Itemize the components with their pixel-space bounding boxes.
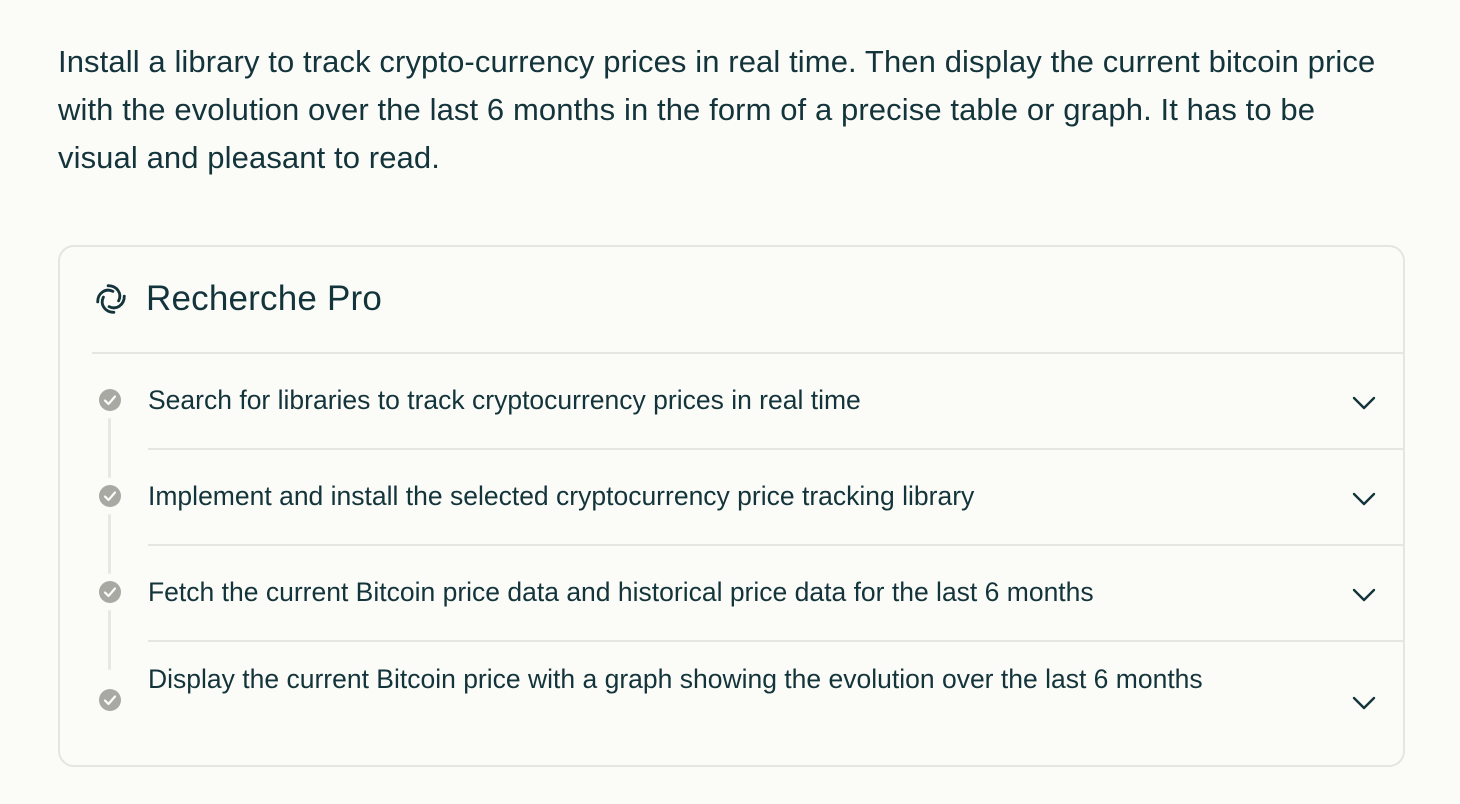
chevron-down-icon[interactable] bbox=[1349, 484, 1379, 514]
card-header: Recherche Pro bbox=[92, 277, 382, 321]
step-label: Implement and install the selected crypt… bbox=[148, 481, 975, 511]
check-circle-icon bbox=[98, 388, 122, 412]
check-circle-icon bbox=[98, 580, 122, 604]
step-item[interactable]: Fetch the current Bitcoin price data and… bbox=[60, 546, 1403, 670]
user-query-text: Install a library to track crypto-curren… bbox=[58, 44, 1376, 175]
card-title: Recherche Pro bbox=[146, 279, 383, 318]
perplexity-swirl-logo-icon bbox=[92, 280, 130, 318]
step-item[interactable]: Implement and install the selected crypt… bbox=[60, 450, 1403, 574]
step-label: Fetch the current Bitcoin price data and… bbox=[148, 577, 1094, 607]
check-circle-icon bbox=[98, 688, 122, 712]
check-circle-icon bbox=[98, 484, 122, 508]
step-label: Display the current Bitcoin price with a… bbox=[148, 664, 1203, 694]
steps-list: Search for libraries to track cryptocurr… bbox=[60, 354, 1403, 762]
chevron-down-icon[interactable] bbox=[1349, 688, 1379, 718]
step-label: Search for libraries to track cryptocurr… bbox=[148, 385, 861, 415]
step-item[interactable]: Search for libraries to track cryptocurr… bbox=[60, 354, 1403, 478]
chevron-down-icon[interactable] bbox=[1349, 580, 1379, 610]
chevron-down-icon[interactable] bbox=[1349, 388, 1379, 418]
pro-search-card: Recherche Pro Search for libraries to tr… bbox=[58, 245, 1405, 767]
step-item[interactable]: Display the current Bitcoin price with a… bbox=[60, 642, 1403, 762]
